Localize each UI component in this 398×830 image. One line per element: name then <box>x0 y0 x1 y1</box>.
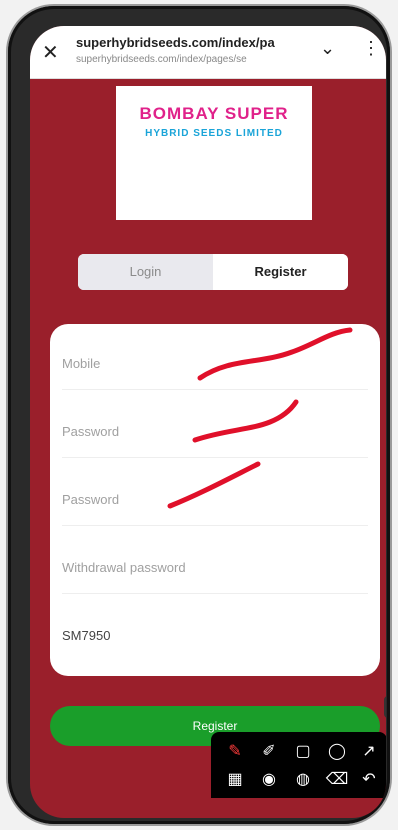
password-field[interactable]: Password <box>62 406 368 458</box>
logo-line-1: BOMBAY SUPER <box>139 104 289 123</box>
close-icon[interactable]: ✕ <box>42 40 59 65</box>
mosaic-icon[interactable]: ▦ <box>223 768 247 792</box>
phone-frame: ✕ superhybridseeds.com/index/pa superhyb… <box>8 6 390 824</box>
browser-url-bar[interactable]: ✕ superhybridseeds.com/index/pa superhyb… <box>30 26 386 79</box>
color-picker-icon[interactable]: ◍ <box>291 768 315 792</box>
mobile-field[interactable]: Mobile <box>62 338 368 390</box>
confirm-password-placeholder: Password <box>62 492 120 507</box>
company-logo: BOMBAY SUPER HYBRID SEEDS LIMITED <box>116 86 312 220</box>
tab-login[interactable]: Login <box>78 254 213 290</box>
auth-tabs: Login Register <box>78 254 348 290</box>
divider <box>62 389 368 390</box>
undo-icon[interactable]: ↶ <box>357 768 381 792</box>
url-full[interactable]: superhybridseeds.com/index/pages/se <box>76 54 306 65</box>
annotation-toolbar: ✎ ✐ ▢ ◯ ↗ ▦ ◉ ◍ ⌫ ↶ <box>211 732 386 798</box>
tab-register[interactable]: Register <box>213 254 348 290</box>
circle-icon[interactable]: ◯ <box>325 740 349 764</box>
arrow-icon[interactable]: ↗ <box>357 740 381 764</box>
invite-code-field[interactable]: SM7950 <box>62 610 368 662</box>
register-form: Mobile Password Password Withdrawal pass… <box>50 324 380 676</box>
pen-icon[interactable]: ✎ <box>223 740 247 764</box>
divider <box>62 593 368 594</box>
camera-icon[interactable]: ◉ <box>257 768 281 792</box>
url-title[interactable]: superhybridseeds.com/index/pa <box>76 35 306 50</box>
mobile-placeholder: Mobile <box>62 356 101 371</box>
invite-code-value: SM7950 <box>62 628 111 643</box>
withdrawal-password-field[interactable]: Withdrawal password <box>62 542 368 594</box>
password-placeholder: Password <box>62 424 120 439</box>
chevron-down-icon[interactable]: ⌄ <box>320 38 335 59</box>
highlighter-icon[interactable]: ✐ <box>257 740 281 764</box>
close-icon[interactable]: ✕ <box>384 696 386 718</box>
rectangle-icon[interactable]: ▢ <box>291 740 315 764</box>
divider <box>62 525 368 526</box>
logo-line-2: HYBRID SEEDS LIMITED <box>145 128 283 139</box>
eraser-icon[interactable]: ⌫ <box>325 768 349 792</box>
confirm-password-field[interactable]: Password <box>62 474 368 526</box>
withdrawal-password-placeholder: Withdrawal password <box>62 560 186 575</box>
divider <box>62 457 368 458</box>
more-options-icon[interactable]: ⋮ <box>362 38 380 59</box>
phone-screen: ✕ superhybridseeds.com/index/pa superhyb… <box>30 26 386 818</box>
